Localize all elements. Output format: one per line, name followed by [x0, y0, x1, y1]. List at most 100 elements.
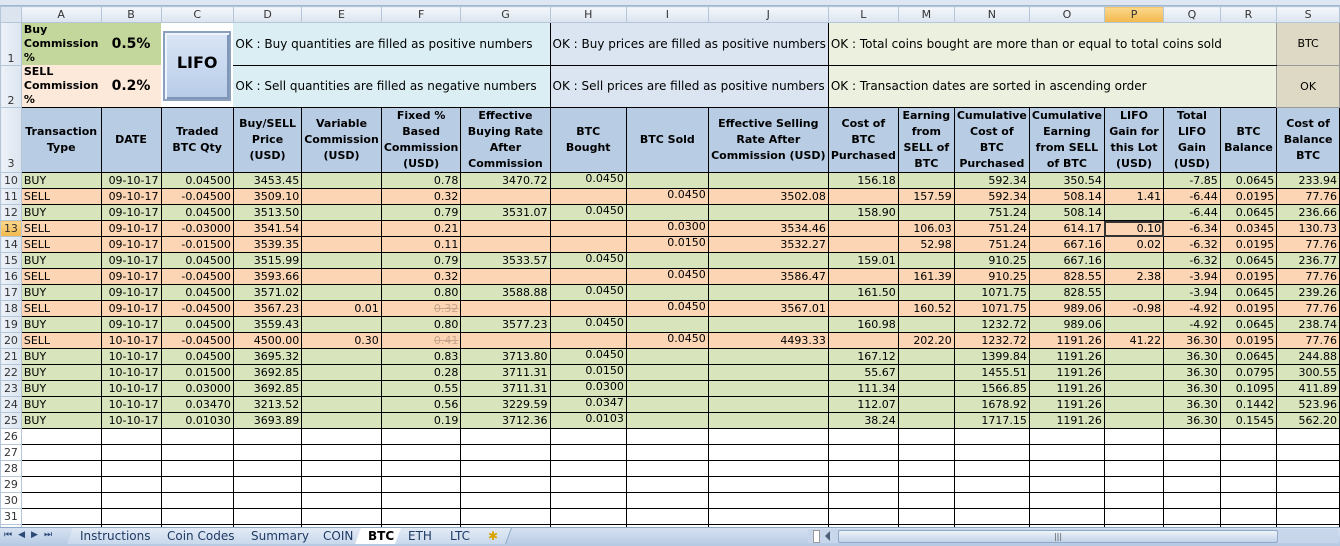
- cell-sold[interactable]: [625, 348, 709, 365]
- empty-cell[interactable]: [160, 508, 234, 525]
- cell-price[interactable]: 3567.23: [232, 300, 303, 317]
- cell-type[interactable]: BUY: [20, 204, 102, 221]
- row-number[interactable]: 27: [0, 444, 22, 461]
- cell-price[interactable]: 3593.66: [232, 268, 303, 285]
- row-number[interactable]: 16: [0, 268, 22, 285]
- cell-ebr[interactable]: 3533.57: [460, 252, 551, 269]
- cell-cearn[interactable]: 508.14: [1028, 204, 1105, 221]
- empty-cell[interactable]: [232, 428, 303, 445]
- row-number[interactable]: 2: [0, 64, 22, 108]
- cell-cearn[interactable]: 1191.26: [1028, 364, 1105, 381]
- empty-cell[interactable]: [1028, 460, 1105, 477]
- cell-earn[interactable]: 202.20: [897, 332, 955, 349]
- cell-gain[interactable]: 0.10: [1103, 220, 1165, 237]
- cell-ebr[interactable]: 3588.88: [460, 284, 551, 301]
- cell-date[interactable]: 09-10-17: [100, 220, 162, 237]
- cell-price[interactable]: 3513.50: [232, 204, 303, 221]
- row-number[interactable]: 11: [0, 188, 22, 205]
- cell-cearn[interactable]: 989.06: [1028, 300, 1105, 317]
- cell-earn[interactable]: 157.59: [897, 188, 955, 205]
- cell-ebr[interactable]: 3711.31: [460, 364, 551, 381]
- cell-cost[interactable]: 158.90: [827, 204, 899, 221]
- column-header-m[interactable]: M: [897, 6, 955, 23]
- empty-cell[interactable]: [1163, 476, 1221, 493]
- cell-date[interactable]: 09-10-17: [100, 188, 162, 205]
- cell-var[interactable]: [301, 364, 382, 381]
- cell-bought[interactable]: 0.0150: [549, 364, 627, 381]
- cell-cearn[interactable]: 1191.26: [1028, 348, 1105, 365]
- cell-var[interactable]: [301, 316, 382, 333]
- cell-earn[interactable]: [897, 380, 955, 397]
- cell-qty[interactable]: 0.04500: [160, 284, 234, 301]
- empty-cell[interactable]: [827, 492, 899, 509]
- empty-cell[interactable]: [827, 476, 899, 493]
- row-number[interactable]: 12: [0, 204, 22, 221]
- cell-type[interactable]: SELL: [20, 220, 102, 237]
- cell-tgain[interactable]: -6.44: [1163, 188, 1221, 205]
- empty-cell[interactable]: [20, 508, 102, 525]
- empty-cell[interactable]: [1028, 444, 1105, 461]
- empty-cell[interactable]: [953, 444, 1030, 461]
- empty-cell[interactable]: [380, 460, 462, 477]
- empty-cell[interactable]: [549, 460, 627, 477]
- cell-date[interactable]: 09-10-17: [100, 268, 162, 285]
- cell-tgain[interactable]: 36.30: [1163, 348, 1221, 365]
- cell-ccost[interactable]: 751.24: [953, 204, 1030, 221]
- cell-qty[interactable]: 0.01500: [160, 364, 234, 381]
- cell-cost[interactable]: 159.01: [827, 252, 899, 269]
- empty-cell[interactable]: [232, 444, 303, 461]
- empty-cell[interactable]: [301, 428, 382, 445]
- cell-qty[interactable]: 0.01030: [160, 412, 234, 429]
- empty-cell[interactable]: [1103, 444, 1165, 461]
- cell-bal[interactable]: 0.0645: [1219, 172, 1278, 189]
- row-number[interactable]: 17: [0, 284, 22, 301]
- empty-cell[interactable]: [549, 428, 627, 445]
- empty-cell[interactable]: [625, 476, 709, 493]
- empty-cell[interactable]: [707, 492, 829, 509]
- cell-esr[interactable]: [707, 284, 829, 301]
- cell-price[interactable]: 3509.10: [232, 188, 303, 205]
- prev-sheet-icon[interactable]: ◀: [18, 530, 31, 540]
- column-header-i[interactable]: I: [625, 6, 709, 23]
- cell-fixed[interactable]: 0.32: [380, 268, 462, 285]
- cell-fixed[interactable]: 0.80: [380, 284, 462, 301]
- cell-type[interactable]: SELL: [20, 236, 102, 253]
- cell-date[interactable]: 09-10-17: [100, 236, 162, 253]
- cell-price[interactable]: 3571.02: [232, 284, 303, 301]
- cell-fixed[interactable]: 0.55: [380, 380, 462, 397]
- cell-cearn[interactable]: 1191.26: [1028, 332, 1105, 349]
- empty-cell[interactable]: [20, 460, 102, 477]
- cell-ebr[interactable]: 3470.72: [460, 172, 551, 189]
- column-header-r[interactable]: R: [1219, 6, 1278, 23]
- cell-tgain[interactable]: 36.30: [1163, 412, 1221, 429]
- cell-bought[interactable]: 0.0450: [549, 204, 627, 221]
- empty-cell[interactable]: [953, 492, 1030, 509]
- cell-tgain[interactable]: -6.32: [1163, 252, 1221, 269]
- cell-fixed[interactable]: 0.11: [380, 236, 462, 253]
- empty-cell[interactable]: [549, 444, 627, 461]
- cell-date[interactable]: 10-10-17: [100, 380, 162, 397]
- cell-date[interactable]: 09-10-17: [100, 316, 162, 333]
- row-number[interactable]: 20: [0, 332, 22, 349]
- cell-esr[interactable]: [707, 204, 829, 221]
- cell-earn[interactable]: [897, 204, 955, 221]
- horizontal-scrollbar[interactable]: |||: [808, 529, 1338, 543]
- cell-ccost[interactable]: 910.25: [953, 252, 1030, 269]
- cell-cearn[interactable]: 1191.26: [1028, 380, 1105, 397]
- cell-qty[interactable]: -0.04500: [160, 268, 234, 285]
- cell-price[interactable]: 3213.52: [232, 396, 303, 413]
- empty-cell[interactable]: [625, 444, 709, 461]
- cell-ebr[interactable]: 3711.31: [460, 380, 551, 397]
- cell-ccost[interactable]: 1399.84: [953, 348, 1030, 365]
- cell-cost[interactable]: 112.07: [827, 396, 899, 413]
- cell-cost[interactable]: [827, 236, 899, 253]
- empty-cell[interactable]: [1163, 508, 1221, 525]
- cell-price[interactable]: 4500.00: [232, 332, 303, 349]
- empty-cell[interactable]: [897, 492, 955, 509]
- empty-cell[interactable]: [549, 492, 627, 509]
- cell-tgain[interactable]: -6.34: [1163, 220, 1221, 237]
- empty-cell[interactable]: [100, 428, 162, 445]
- empty-cell[interactable]: [20, 428, 102, 445]
- empty-cell[interactable]: [1276, 476, 1340, 493]
- row-number[interactable]: 10: [0, 172, 22, 189]
